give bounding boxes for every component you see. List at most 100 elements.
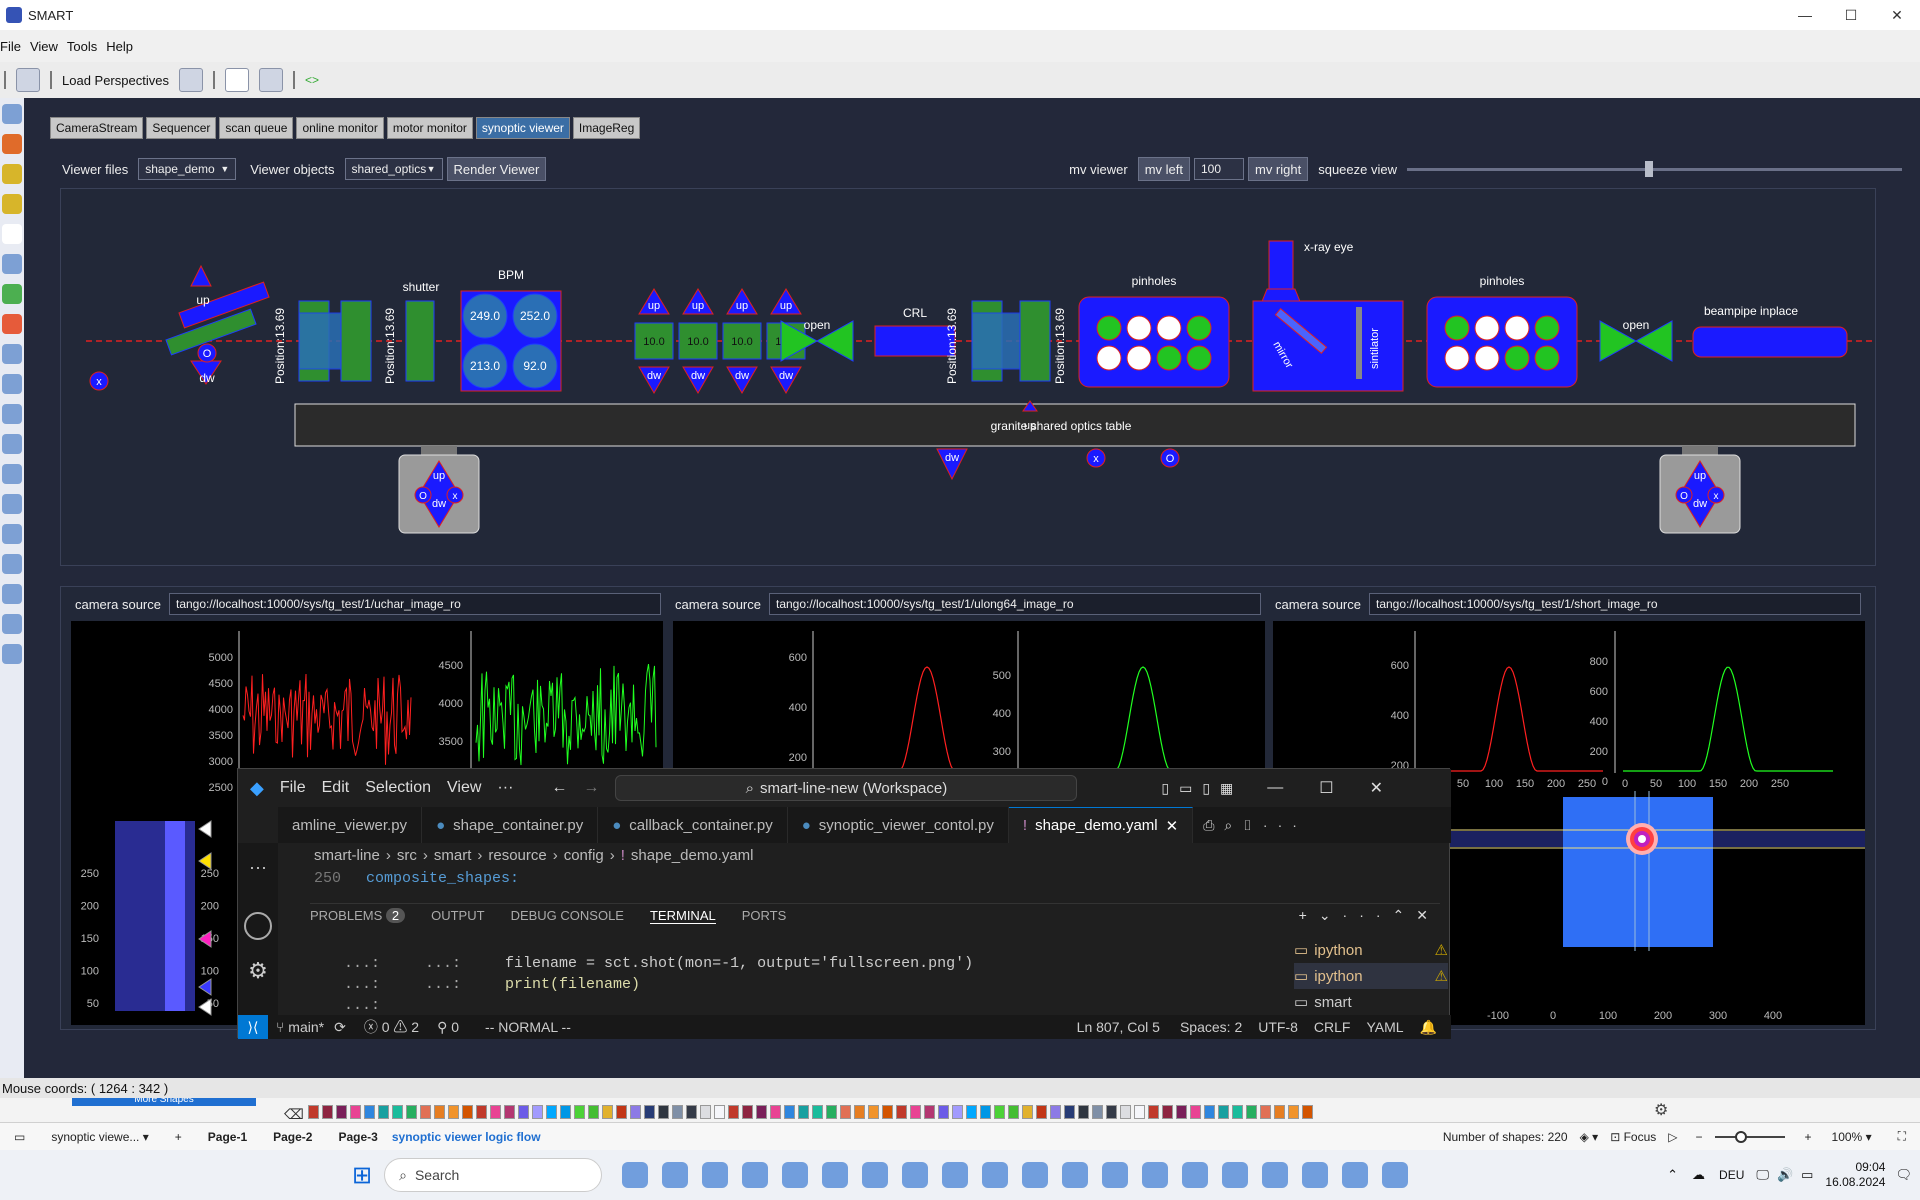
color-swatch[interactable] [1064,1105,1075,1119]
word-icon[interactable] [942,1162,969,1188]
input-language[interactable]: DEU [1719,1168,1744,1182]
roi-icon[interactable] [2,344,22,364]
battery-icon[interactable]: ▭ [1801,1167,1813,1183]
color-swatch[interactable] [1106,1105,1117,1119]
color-swatch[interactable] [350,1105,361,1119]
editor-tab[interactable]: ● callback_container.py [598,807,788,843]
close-button[interactable]: ✕ [1874,0,1920,30]
scan-icon[interactable] [2,194,22,214]
color-swatch[interactable] [938,1105,949,1119]
squeeze-slider[interactable] [1407,161,1902,177]
color-swatch[interactable] [616,1105,627,1119]
color-swatch[interactable] [420,1105,431,1119]
color-swatch[interactable] [896,1105,907,1119]
color-swatch[interactable] [378,1105,389,1119]
spyder-icon[interactable] [1022,1162,1049,1188]
color-swatch[interactable] [994,1105,1005,1119]
panel-tab-debug-console[interactable]: DEBUG CONSOLE [511,908,624,923]
color-swatch[interactable] [392,1105,403,1119]
focus-button[interactable]: ⊡ Focus [1610,1130,1656,1144]
camera-source-select-2[interactable]: tango://localhost:10000/sys/tg_test/1/ul… [768,593,1261,615]
color-swatch[interactable] [1036,1105,1047,1119]
color-swatch[interactable] [574,1105,585,1119]
screenshot-icon[interactable] [258,68,283,92]
color-swatch[interactable] [1274,1105,1285,1119]
menu-file[interactable]: File [0,39,30,54]
pages-toggle-icon[interactable]: ▭ [14,1130,25,1144]
page-tab[interactable]: Page-3 [338,1130,377,1144]
key-icon[interactable] [2,524,22,544]
slider-handle[interactable] [1644,161,1653,177]
viewer-objects-select[interactable]: shared_optics ▼ [344,158,443,180]
panel-actions[interactable]: +⌄···⌃✕ [1299,907,1440,924]
color-swatch[interactable] [1162,1105,1173,1119]
layout-panel-icons[interactable]: ▯▭▯▦ [1161,780,1243,797]
breadcrumb-item[interactable]: shape_demo.yaml [631,847,754,867]
obs-icon[interactable] [1102,1162,1129,1188]
page-select[interactable]: synoptic viewe... ▾ [51,1130,148,1144]
command-center-search[interactable]: ⌕ smart-line-new (Workspace) [615,775,1078,801]
play-icon[interactable]: ▷ [1668,1130,1677,1144]
color-swatch[interactable] [1022,1105,1033,1119]
vs-maximize-button[interactable]: ☐ [1319,778,1333,798]
minimize-button[interactable]: — [1782,0,1828,30]
table-leg-left[interactable] [398,446,480,534]
color-swatch[interactable] [924,1105,935,1119]
pause-icon[interactable] [2,584,22,604]
color-swatch[interactable] [434,1105,445,1119]
slit-group-1[interactable] [298,300,372,382]
breadcrumb-item[interactable]: smart [434,847,472,867]
color-swatch[interactable] [1190,1105,1201,1119]
app-icon[interactable] [742,1162,769,1188]
app-icon[interactable] [1382,1162,1409,1188]
files-icon[interactable] [782,1162,809,1188]
terminal-list-item[interactable]: ▭ smart [1294,989,1448,1015]
color-swatch[interactable] [798,1105,809,1119]
account-icon[interactable] [244,912,272,940]
editor-tab[interactable]: ● synoptic_viewer_contol.py [788,807,1009,843]
vs-menu-edit[interactable]: Edit [322,779,350,797]
eraser-icon[interactable]: ⌫ [284,1106,304,1123]
color-swatch[interactable] [364,1105,375,1119]
color-swatch[interactable] [406,1105,417,1119]
color-swatch[interactable] [504,1105,515,1119]
color-swatch[interactable] [910,1105,921,1119]
breadcrumb-item[interactable]: smart-line [314,847,380,867]
cloud-icon[interactable]: ☁ [1692,1167,1705,1183]
vs-close-button[interactable]: ✕ [1370,778,1383,798]
color-swatch[interactable] [686,1105,697,1119]
color-swatch[interactable] [476,1105,487,1119]
terminal-output[interactable]: ...: ...: filename = sct.shot(mon=-1, out… [344,953,1244,1014]
color-swatch[interactable] [1218,1105,1229,1119]
menu-help[interactable]: Help [106,39,142,54]
color-swatch[interactable] [742,1105,753,1119]
mirror-assembly[interactable] [89,264,270,391]
cursor-position[interactable]: Ln 807, Col 5 [1077,1019,1160,1035]
line-ending[interactable]: CRLF [1314,1019,1351,1035]
color-swatch[interactable] [1134,1105,1145,1119]
color-swatch[interactable] [490,1105,501,1119]
page-tab-active[interactable]: synoptic viewer logic flow [392,1130,541,1144]
settings-gear-icon[interactable]: ⚙ [238,958,278,984]
camera-source-select-3[interactable]: tango://localhost:10000/sys/tg_test/1/sh… [1368,593,1861,615]
pin-icon[interactable] [2,254,22,274]
tab-scan-queue[interactable]: scan queue [219,117,294,139]
volume-icon[interactable]: 🔊 [1777,1167,1793,1183]
panel-tab-terminal[interactable]: TERMINAL [649,908,716,924]
color-swatch[interactable] [1204,1105,1215,1119]
color-swatch[interactable] [882,1105,893,1119]
network-icon[interactable]: 🖵 [1756,1167,1769,1183]
color-swatch[interactable] [770,1105,781,1119]
color-swatch[interactable] [1078,1105,1089,1119]
vscode-window[interactable]: ◆ File Edit Selection View ··· ← → ⌕ sma… [237,768,1451,1039]
menu-tools[interactable]: Tools [67,39,106,54]
camera-tool-icon[interactable] [2,104,22,124]
remote-icon[interactable]: ⟩⟨ [238,1015,268,1039]
back-arrow-icon[interactable]: ← [551,779,567,797]
color-swatch[interactable] [462,1105,473,1119]
color-swatch[interactable] [1302,1105,1313,1119]
fit-page-icon[interactable]: ⛶ [1898,1129,1906,1144]
shutter-shape[interactable] [405,300,435,382]
color-swatch[interactable] [532,1105,543,1119]
panel-tab-output[interactable]: OUTPUT [431,908,484,923]
